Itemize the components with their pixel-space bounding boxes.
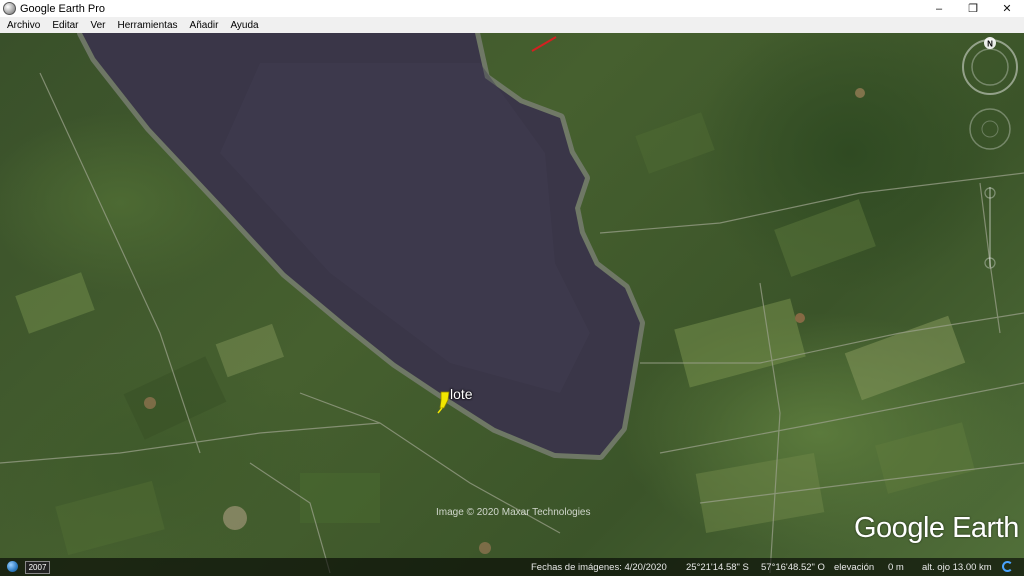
menu-bar: Archivo Editar Ver Herramientas Añadir A… xyxy=(0,17,1024,33)
menu-editar[interactable]: Editar xyxy=(45,20,83,31)
look-joystick[interactable] xyxy=(969,108,1011,150)
minimize-button[interactable]: – xyxy=(922,0,956,17)
compass-north-label: N xyxy=(987,40,993,49)
menu-ayuda[interactable]: Ayuda xyxy=(223,20,263,31)
imagery-date: Fechas de imágenes: 4/20/2020 xyxy=(531,562,667,573)
menu-anadir[interactable]: Añadir xyxy=(183,20,224,31)
google-earth-logo: Google Earth xyxy=(854,512,1019,544)
placemark-label[interactable]: lote xyxy=(450,386,473,402)
imagery-credit: Image © 2020 Maxar Technologies xyxy=(436,507,591,518)
menu-herramientas[interactable]: Herramientas xyxy=(111,20,183,31)
eye-altitude: alt. ojo 13.00 km xyxy=(922,562,992,573)
satellite-terrain xyxy=(0,33,1024,574)
latitude-readout: 25°21'14.58" S xyxy=(686,562,749,573)
elevation-value: 0 m xyxy=(888,562,904,573)
zoom-slider[interactable] xyxy=(984,187,996,269)
historical-imagery-year-badge[interactable]: 2007 xyxy=(25,561,50,574)
menu-archivo[interactable]: Archivo xyxy=(0,20,45,31)
tour-globe-icon[interactable] xyxy=(7,561,18,572)
window-controls: – ❐ ✕ xyxy=(922,0,1024,17)
window-title: Google Earth Pro xyxy=(20,2,105,15)
elevation-label: elevación xyxy=(834,562,875,573)
red-track-line xyxy=(531,36,557,52)
close-button[interactable]: ✕ xyxy=(990,0,1024,17)
title-bar: Google Earth Pro – ❐ ✕ xyxy=(0,0,1024,17)
map-view[interactable]: lote Image © 2020 Maxar Technologies Goo… xyxy=(0,33,1024,576)
streaming-progress-icon xyxy=(1002,561,1013,572)
restore-button[interactable]: ❐ xyxy=(956,0,990,17)
status-bar: Fechas de imágenes: 4/20/2020 25°21'14.5… xyxy=(0,558,1024,576)
menu-ver[interactable]: Ver xyxy=(83,20,110,31)
google-earth-globe-icon xyxy=(3,2,16,15)
longitude-readout: 57°16'48.52" O xyxy=(761,562,825,573)
